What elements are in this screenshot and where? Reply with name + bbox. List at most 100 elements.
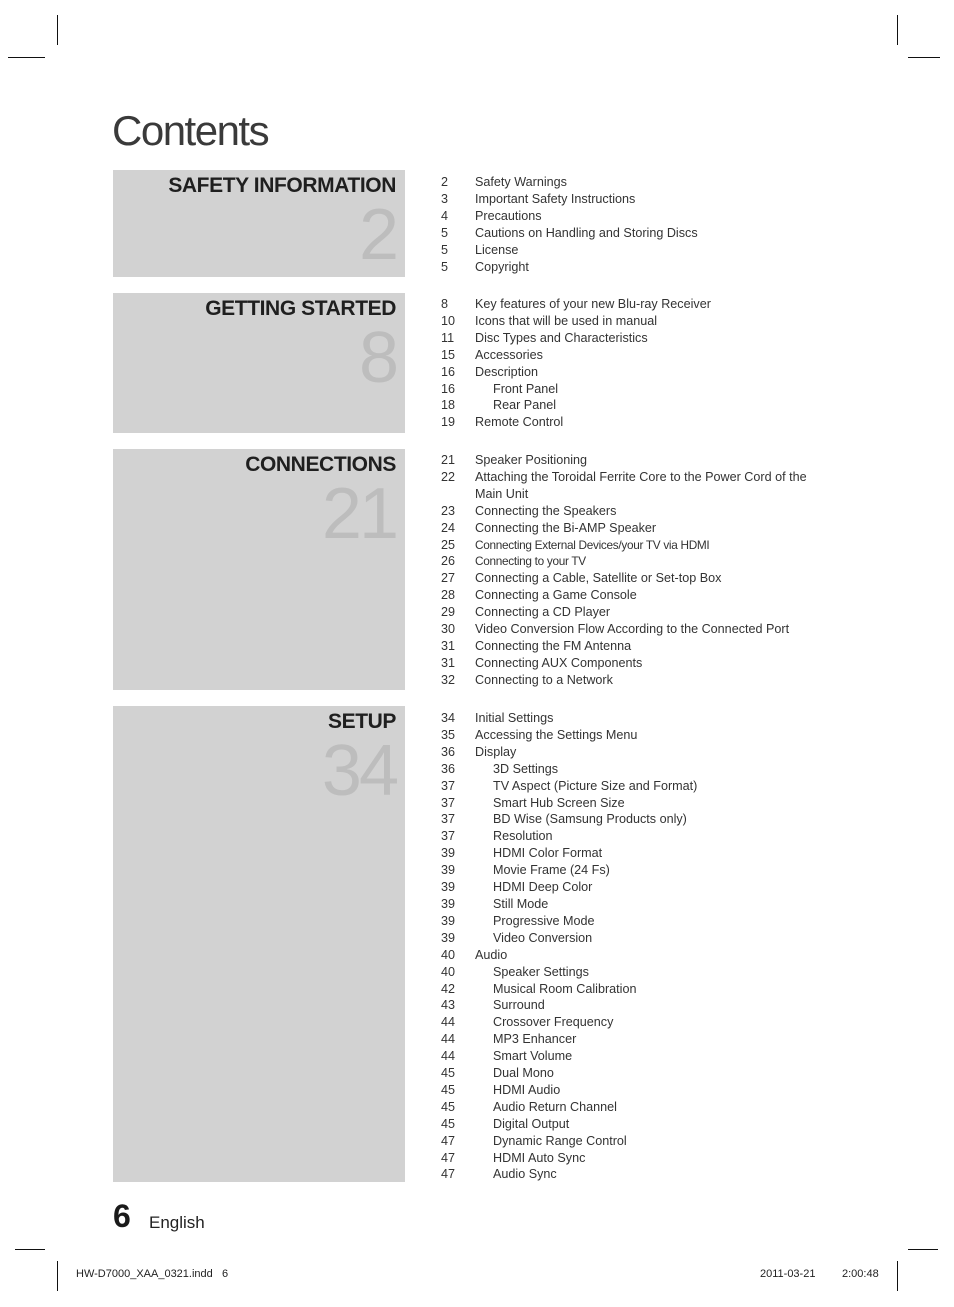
toc-page-number: 37 — [441, 812, 456, 827]
toc-entry[interactable]: 21 Speaker Positioning — [441, 452, 811, 469]
toc-page-number: 39 — [441, 880, 456, 895]
toc-entry[interactable]: 16 Description — [441, 364, 841, 381]
toc-entry[interactable]: 29 Connecting a CD Player — [441, 604, 811, 621]
toc-page-number: 45 — [441, 1082, 456, 1097]
toc-entry[interactable]: 26 Connecting to your TV — [441, 553, 811, 570]
toc-entry[interactable]: 44 MP3 Enhancer — [441, 1031, 841, 1048]
toc-entry-label: Digital Output — [493, 1116, 570, 1131]
toc-entry-label: Front Panel — [493, 381, 559, 396]
toc-entry-label: Connecting the Bi-AMP Speaker — [475, 520, 657, 535]
toc-entry[interactable]: 16 Front Panel — [441, 381, 841, 398]
toc-page-number: 39 — [441, 896, 456, 911]
toc-entry[interactable]: 15 Accessories — [441, 347, 841, 364]
toc-page-number: 39 — [441, 930, 456, 945]
toc-entry[interactable]: 39 HDMI Color Format — [441, 845, 841, 862]
crop-mark — [908, 1249, 938, 1250]
toc-entry[interactable]: 31 Connecting AUX Components — [441, 655, 811, 672]
toc-entry[interactable]: 31 Connecting the FM Antenna — [441, 638, 811, 655]
toc-entry-label: Connecting a Cable, Satellite or Set-top… — [475, 571, 722, 586]
toc-entry[interactable]: 34 Initial Settings — [441, 710, 841, 727]
toc-entry[interactable]: 5 Cautions on Handling and Storing Discs — [441, 225, 841, 242]
toc-entry[interactable]: 22 Attaching the Toroidal Ferrite Core to… — [441, 469, 811, 503]
toc-entry[interactable]: 30 Video Conversion Flow According to the… — [441, 621, 811, 638]
toc-entry[interactable]: 37 Smart Hub Screen Size — [441, 795, 841, 812]
toc-entry[interactable]: 45 Digital Output — [441, 1116, 841, 1133]
toc-entry[interactable]: 39 Progressive Mode — [441, 913, 841, 930]
toc-page-number: 28 — [441, 588, 456, 603]
toc-entry[interactable]: 23 Connecting the Speakers — [441, 503, 811, 520]
toc-entry[interactable]: 24 Connecting the Bi-AMP Speaker — [441, 520, 811, 537]
toc-page-number: 19 — [441, 415, 456, 430]
toc-entry[interactable]: 42 Musical Room Calibration — [441, 981, 841, 998]
toc-entry-label: Connecting to your TV — [475, 554, 586, 569]
toc-entry[interactable]: 39 Movie Frame (24 Fs) — [441, 862, 841, 879]
toc-entry[interactable]: 19 Remote Control — [441, 414, 841, 431]
toc-entry[interactable]: 10 Icons that will be used in manual — [441, 313, 841, 330]
toc-entry-label: Surround — [493, 998, 545, 1013]
toc-page-number: 39 — [441, 913, 456, 928]
toc-entry[interactable]: 40 Speaker Settings — [441, 964, 841, 981]
toc-entry[interactable]: 47 Dynamic Range Control — [441, 1133, 841, 1150]
toc-entry[interactable]: 8 Key features of your new Blu-ray Receiv… — [441, 296, 841, 313]
toc-entry-label: Audio Return Channel — [493, 1099, 617, 1114]
toc-entry[interactable]: 35 Accessing the Settings Menu — [441, 727, 841, 744]
toc-entry[interactable]: 40 Audio — [441, 947, 841, 964]
toc-entry-label: Progressive Mode — [493, 913, 595, 928]
toc-entry[interactable]: 3 Important Safety Instructions — [441, 191, 841, 208]
crop-mark — [57, 1261, 58, 1291]
toc-entry[interactable]: 18 Rear Panel — [441, 397, 841, 414]
crop-mark — [908, 57, 940, 58]
toc-page-number: 45 — [441, 1116, 456, 1131]
slug-time: 2:00:48 — [842, 1268, 879, 1280]
toc-entry[interactable]: 44 Smart Volume — [441, 1048, 841, 1065]
toc-entry[interactable]: 47 Audio Sync — [441, 1166, 841, 1183]
toc-entry[interactable]: 2 Safety Warnings — [441, 174, 841, 191]
section-box-getting-started: GETTING STARTED 8 — [113, 293, 405, 433]
toc-entry[interactable]: 37 Resolution — [441, 828, 841, 845]
toc-entry-label: Accessing the Settings Menu — [475, 727, 638, 742]
toc-entry[interactable]: 45 HDMI Audio — [441, 1082, 841, 1099]
toc-entry-label: Dynamic Range Control — [493, 1133, 627, 1148]
toc-entry[interactable]: 39 Still Mode — [441, 896, 841, 913]
toc-entry-label: License — [475, 242, 519, 257]
crop-mark — [897, 1261, 898, 1291]
crop-mark — [57, 15, 58, 45]
toc-entry-label: Audio — [475, 947, 508, 962]
toc-page-number: 47 — [441, 1150, 456, 1165]
toc-entry[interactable]: 44 Crossover Frequency — [441, 1014, 841, 1031]
toc-entry-label: Crossover Frequency — [493, 1015, 614, 1030]
toc-entry[interactable]: 5 Copyright — [441, 259, 841, 276]
toc-page-number: 44 — [441, 1049, 456, 1064]
toc-entry[interactable]: 28 Connecting a Game Console — [441, 587, 811, 604]
toc-page-number: 4 — [441, 208, 449, 223]
toc-entry-label: Attaching the Toroidal Ferrite Core to t… — [475, 469, 807, 501]
toc-entry[interactable]: 37 TV Aspect (Picture Size and Format) — [441, 778, 841, 795]
toc-entry-label: TV Aspect (Picture Size and Format) — [493, 778, 698, 793]
toc-page-number: 44 — [441, 1032, 456, 1047]
toc-entry[interactable]: 4 Precautions — [441, 208, 841, 225]
toc-entry[interactable]: 39 HDMI Deep Color — [441, 879, 841, 896]
toc-entry[interactable]: 32 Connecting to a Network — [441, 672, 811, 689]
toc-entry[interactable]: 25 Connecting External Devices/your TV vi… — [441, 537, 811, 554]
toc-page-number: 35 — [441, 727, 456, 742]
toc-entry[interactable]: 36 Display — [441, 744, 841, 761]
toc-entry-label: Connecting to a Network — [475, 672, 613, 687]
toc-page-number: 5 — [441, 225, 449, 240]
crop-mark — [897, 15, 898, 45]
toc-entry[interactable]: 27 Connecting a Cable, Satellite or Set-t… — [441, 570, 811, 587]
toc-entry[interactable]: 45 Audio Return Channel — [441, 1099, 841, 1116]
toc-entry[interactable]: 39 Video Conversion — [441, 930, 841, 947]
toc-entry-label: Still Mode — [493, 896, 549, 911]
toc-entry[interactable]: 45 Dual Mono — [441, 1065, 841, 1082]
toc-page-number: 11 — [441, 330, 455, 345]
toc-entry-label: Connecting the Speakers — [475, 503, 617, 518]
toc-entry-label: Audio Sync — [493, 1167, 557, 1182]
toc-entry[interactable]: 11 Disc Types and Characteristics — [441, 330, 841, 347]
toc-entry[interactable]: 37 BD Wise (Samsung Products only) — [441, 811, 841, 828]
toc-entry[interactable]: 47 HDMI Auto Sync — [441, 1150, 841, 1167]
toc-entry[interactable]: 36 3D Settings — [441, 761, 841, 778]
toc-page-number: 37 — [441, 829, 456, 844]
toc-entry[interactable]: 5 License — [441, 242, 841, 259]
toc-page-number: 47 — [441, 1167, 456, 1182]
toc-entry[interactable]: 43 Surround — [441, 997, 841, 1014]
